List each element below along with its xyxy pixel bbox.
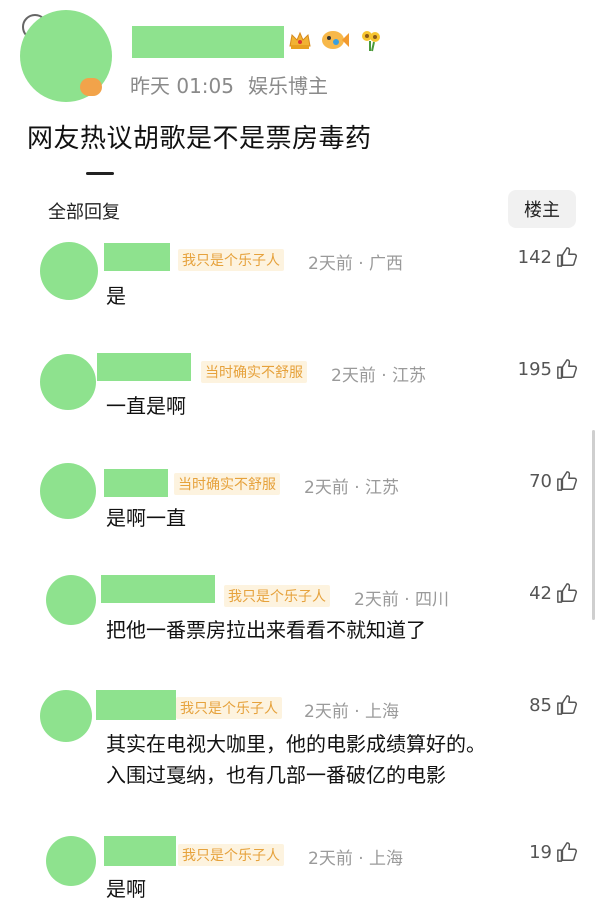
like-button[interactable]: 195 bbox=[518, 358, 578, 380]
thumbs-up-icon bbox=[557, 695, 578, 715]
comment-avatar[interactable] bbox=[40, 354, 96, 410]
comment-username[interactable] bbox=[104, 836, 176, 866]
all-replies-label: 全部回复 bbox=[48, 202, 120, 223]
like-button[interactable]: 85 bbox=[529, 694, 578, 716]
like-count: 42 bbox=[529, 582, 552, 604]
post-role: 娱乐博主 bbox=[248, 74, 328, 98]
owner-only-button[interactable]: 楼主 bbox=[508, 190, 576, 228]
comment-avatar[interactable] bbox=[40, 690, 92, 742]
like-button[interactable]: 70 bbox=[529, 470, 578, 492]
like-count: 85 bbox=[529, 694, 552, 716]
fan-badge: 当时确实不舒服 bbox=[174, 473, 280, 495]
comment-avatar[interactable] bbox=[40, 463, 96, 519]
comment-text: 是啊一直 bbox=[106, 506, 186, 530]
username[interactable] bbox=[132, 26, 284, 58]
comment-username[interactable] bbox=[101, 575, 215, 603]
comment-text: 是 bbox=[106, 284, 126, 308]
comment-meta: 2天前 · 江苏 bbox=[304, 478, 400, 498]
post-title: 网友热议胡歌是不是票房毒药 bbox=[27, 124, 372, 154]
comment-meta: 2天前 · 上海 bbox=[304, 702, 400, 722]
thumbs-up-icon bbox=[557, 247, 578, 267]
thumbs-up-icon bbox=[557, 583, 578, 603]
comment-avatar[interactable] bbox=[46, 836, 96, 886]
comment-text: 是啊 bbox=[106, 877, 146, 901]
fan-badge: 我只是个乐子人 bbox=[224, 585, 330, 607]
tab-indicator bbox=[86, 172, 114, 175]
fish-icon bbox=[322, 31, 349, 49]
like-count: 142 bbox=[517, 246, 552, 268]
comment-text: 其实在电视大咖里，他的电影成绩算好的。 入围过戛纳，也有几部一番破亿的电影 bbox=[106, 732, 486, 787]
post-time: 昨天 01:05 bbox=[130, 74, 234, 98]
comment-meta: 2天前 · 四川 bbox=[354, 590, 450, 610]
comment-meta: 2天前 · 江苏 bbox=[331, 366, 427, 386]
fan-badge: 当时确实不舒服 bbox=[201, 361, 307, 383]
thumbs-up-icon bbox=[557, 471, 578, 491]
sunflower-icon bbox=[362, 31, 380, 52]
comment-username[interactable] bbox=[96, 690, 176, 720]
comment-username[interactable] bbox=[104, 243, 170, 271]
thumbs-up-icon bbox=[557, 359, 578, 379]
comment-username[interactable] bbox=[97, 353, 191, 381]
fan-badge: 我只是个乐子人 bbox=[178, 844, 284, 866]
like-count: 70 bbox=[529, 470, 552, 492]
fan-badge: 我只是个乐子人 bbox=[178, 249, 284, 271]
fan-badge: 我只是个乐子人 bbox=[176, 697, 282, 719]
verified-badge-icon bbox=[80, 78, 102, 96]
comment-avatar[interactable] bbox=[40, 242, 98, 300]
comment-text: 把他一番票房拉出来看看不就知道了 bbox=[106, 618, 426, 642]
comment-username[interactable] bbox=[104, 469, 168, 497]
like-count: 195 bbox=[517, 358, 552, 380]
post-meta: 昨天 01:05 娱乐博主 bbox=[130, 70, 328, 99]
scrollbar[interactable] bbox=[592, 430, 595, 620]
comment-text: 一直是啊 bbox=[106, 394, 186, 418]
crown-icon bbox=[289, 31, 311, 49]
like-button[interactable]: 142 bbox=[518, 246, 578, 268]
like-button[interactable]: 42 bbox=[529, 582, 578, 604]
thumbs-up-icon bbox=[557, 842, 578, 862]
like-count: 19 bbox=[529, 841, 552, 863]
comment-avatar[interactable] bbox=[46, 575, 96, 625]
comment-meta: 2天前 · 广西 bbox=[308, 254, 404, 274]
like-button[interactable]: 19 bbox=[529, 841, 578, 863]
comment-meta: 2天前 · 上海 bbox=[308, 849, 404, 869]
